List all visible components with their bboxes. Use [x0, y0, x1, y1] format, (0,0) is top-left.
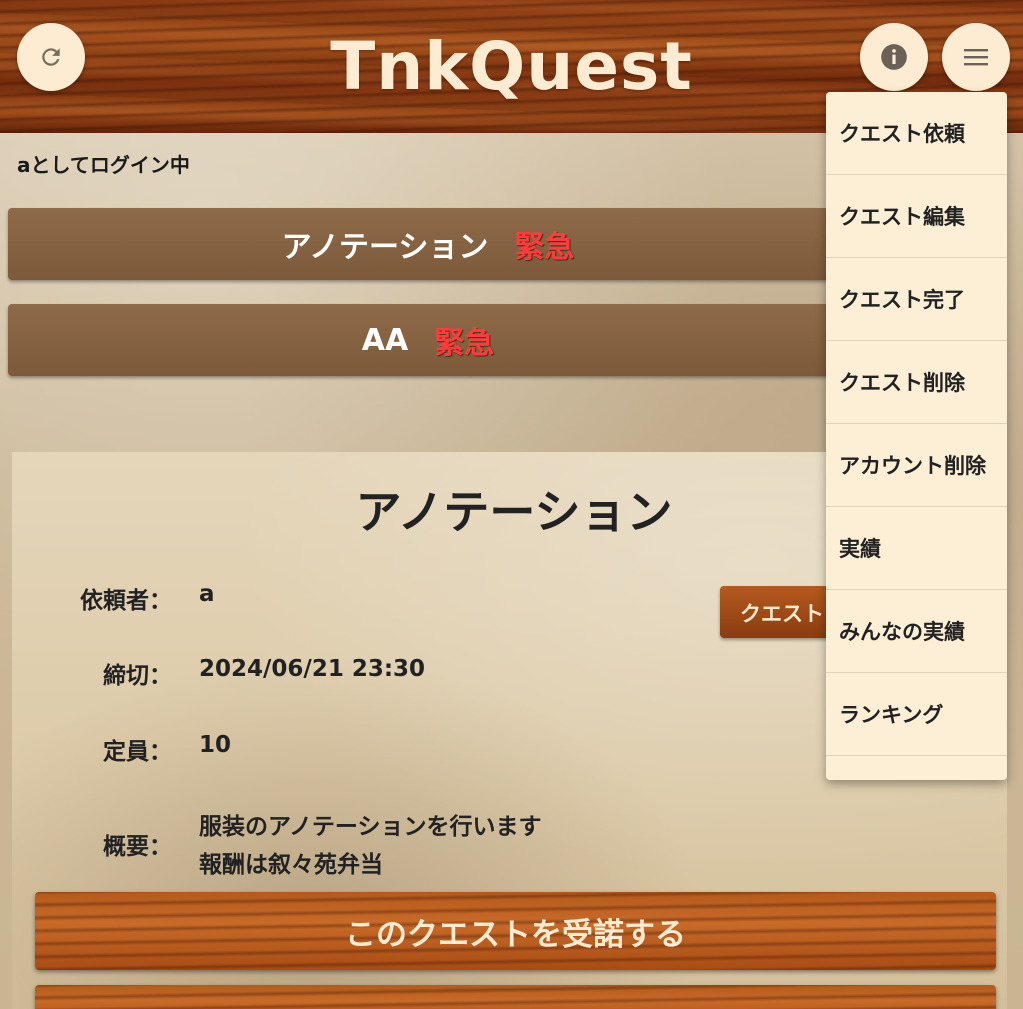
summary-label: 概要：	[103, 834, 172, 860]
menu-item-quest-complete[interactable]: クエスト完了	[826, 258, 1007, 341]
login-status: aとしてログイン中	[17, 153, 190, 177]
menu-item-ranking[interactable]: ランキング	[826, 673, 1007, 756]
info-icon	[881, 44, 907, 70]
quest-tag-label: クエスト	[740, 602, 824, 626]
deadline-label: 締切：	[103, 663, 172, 689]
quest-name: アノテーション	[281, 230, 489, 265]
menu-item-label: ランキング	[839, 703, 944, 727]
quest-list-item[interactable]: AA 緊急	[8, 304, 848, 376]
urgent-badge: 緊急	[434, 326, 495, 361]
hamburger-menu-icon	[964, 49, 988, 66]
urgent-badge: 緊急	[514, 230, 575, 265]
menu-item-label: クエスト完了	[839, 288, 965, 312]
menu-item-label: アカウント削除	[839, 454, 986, 478]
menu-item-label: みんなの実績	[839, 620, 965, 644]
menu-item-label: クエスト編集	[839, 205, 965, 229]
dropdown-menu: クエスト依頼 クエスト編集 クエスト完了 クエスト削除 アカウント削除 実績 み…	[826, 92, 1007, 780]
menu-item-label: クエスト削除	[839, 371, 965, 395]
requester-value: a	[199, 581, 215, 607]
capacity-label: 定員：	[103, 739, 172, 765]
menu-item-everyone-achievements[interactable]: みんなの実績	[826, 590, 1007, 673]
menu-button[interactable]	[942, 23, 1010, 91]
menu-item-quest-request[interactable]: クエスト依頼	[826, 92, 1007, 175]
accept-quest-button[interactable]: このクエストを受諾する	[35, 892, 996, 970]
summary-line-2: 報酬は叙々苑弁当	[199, 852, 383, 878]
menu-item-achievements[interactable]: 実績	[826, 507, 1007, 590]
menu-item-label: クエスト依頼	[839, 122, 965, 146]
menu-item-label: 実績	[839, 537, 881, 561]
menu-item-quest-delete[interactable]: クエスト削除	[826, 341, 1007, 424]
info-button[interactable]	[860, 23, 928, 91]
secondary-action-button[interactable]	[35, 985, 996, 1009]
quest-list-item[interactable]: アノテーション 緊急	[8, 208, 848, 280]
menu-item-quest-edit[interactable]: クエスト編集	[826, 175, 1007, 258]
accept-quest-label: このクエストを受諾する	[345, 916, 686, 953]
deadline-value: 2024/06/21 23:30	[199, 656, 426, 682]
summary-line-1: 服装のアノテーションを行います	[199, 814, 542, 840]
quest-name: AA	[361, 322, 409, 358]
menu-item-account-delete[interactable]: アカウント削除	[826, 424, 1007, 507]
requester-label: 依頼者：	[80, 588, 172, 614]
capacity-value: 10	[199, 732, 232, 758]
